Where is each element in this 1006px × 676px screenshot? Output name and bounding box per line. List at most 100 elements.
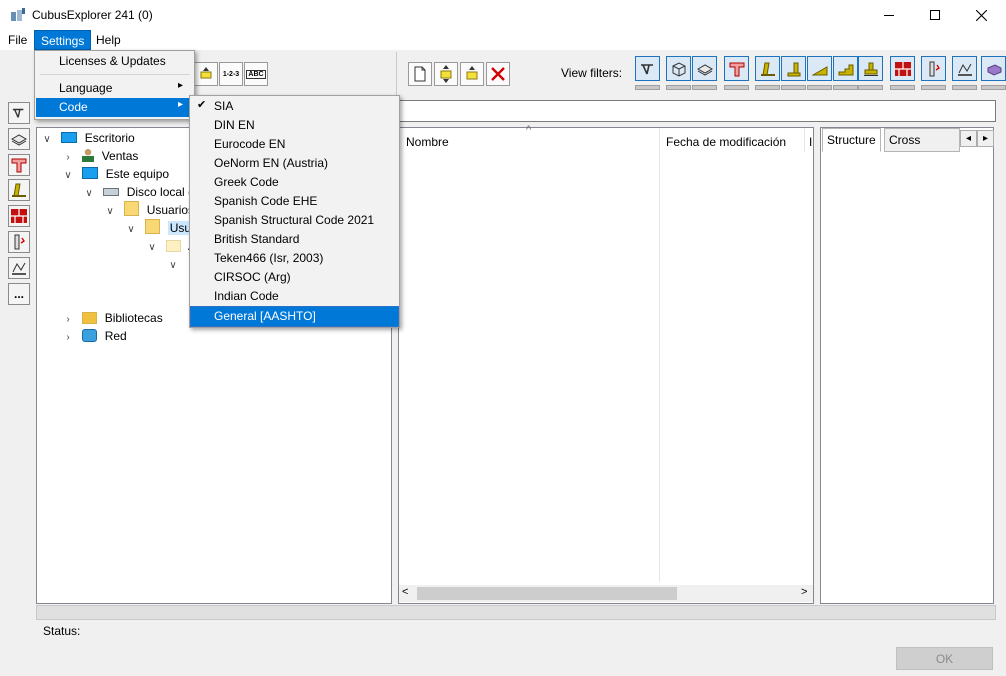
path-input[interactable]: [398, 100, 996, 122]
menu-help[interactable]: Help: [90, 30, 127, 50]
tab-nav-right[interactable]: ▸: [977, 130, 994, 147]
left-tool-column[interactable]: [8, 231, 30, 253]
chevron-down-icon[interactable]: ∨: [61, 167, 75, 185]
tree-item-bibliotecas[interactable]: › Bibliotecas: [61, 309, 162, 327]
t-section-icon: [729, 62, 744, 76]
menu-item-language[interactable]: Language: [35, 79, 194, 98]
code-item-spanish-ehe[interactable]: Spanish Code EHE: [191, 192, 398, 211]
filter-column-button[interactable]: [921, 56, 946, 81]
left-tool-plan[interactable]: [8, 257, 30, 279]
retaining-wall-icon: [787, 62, 800, 76]
filter-box-button[interactable]: [666, 56, 691, 81]
column-header-name[interactable]: Nombre: [406, 135, 449, 149]
chevron-down-icon[interactable]: ∨: [166, 257, 180, 275]
filter-stair-button[interactable]: [833, 56, 858, 81]
scroll-left-icon[interactable]: <: [402, 586, 408, 598]
code-item-aashto[interactable]: General [AASHTO]: [190, 306, 399, 327]
stair-icon: [838, 64, 853, 75]
tree-item-label: Ventas: [101, 149, 139, 163]
chevron-down-icon[interactable]: ∨: [40, 131, 54, 149]
left-tool-t-section[interactable]: [8, 154, 30, 176]
filter-retaining-wall-button[interactable]: [781, 56, 806, 81]
menu-item-licenses[interactable]: Licenses & Updates: [35, 52, 194, 71]
abc-button[interactable]: ABC: [244, 62, 268, 86]
tree-item-label: Disco local (: [126, 185, 193, 199]
filter-ramp-button[interactable]: [807, 56, 832, 81]
masonry-icon: [11, 209, 27, 223]
chevron-down-icon[interactable]: ∨: [145, 239, 159, 257]
menu-item-code[interactable]: Code: [36, 98, 193, 117]
move-up-button[interactable]: [194, 62, 218, 86]
code-item-oenorm-en[interactable]: OeNorm EN (Austria): [191, 154, 398, 173]
menu-settings[interactable]: Settings: [34, 30, 92, 50]
tree-item-label: Escritorio: [84, 131, 135, 145]
code-item-spanish-structural[interactable]: Spanish Structural Code 2021: [191, 211, 398, 230]
left-tool-masonry[interactable]: [8, 205, 30, 227]
filter-beam-button[interactable]: [635, 56, 660, 81]
menu-file[interactable]: File: [2, 30, 33, 50]
tree-item-usuarios[interactable]: ∨ Usuarios: [103, 201, 194, 219]
left-tool-more[interactable]: ...: [8, 283, 30, 305]
wall-icon: [760, 62, 775, 76]
library-icon: [82, 312, 98, 324]
masonry-icon: [894, 61, 911, 76]
left-tool-beam[interactable]: [8, 102, 30, 124]
close-button[interactable]: [958, 0, 1004, 30]
chevron-down-icon[interactable]: ∨: [82, 185, 96, 203]
tab-cross-section[interactable]: Cross section: [884, 128, 960, 152]
scroll-right-icon[interactable]: >: [801, 586, 807, 598]
tree-item-este-equipo[interactable]: ∨ Este equipo: [61, 165, 169, 183]
user-icon: [82, 148, 95, 162]
code-item-sia[interactable]: SIA: [191, 97, 398, 116]
chevron-right-icon[interactable]: ›: [61, 329, 75, 347]
code-item-indian[interactable]: Indian Code: [191, 287, 398, 306]
column-icon: [929, 61, 940, 76]
new-file-button[interactable]: [408, 62, 432, 86]
window-title: CubusExplorer 241 (0): [32, 8, 153, 22]
foundation-icon: [863, 62, 878, 76]
code-item-cirsoc[interactable]: CIRSOC (Arg): [191, 268, 398, 287]
filter-plan-button[interactable]: [952, 56, 977, 81]
tab-nav-left[interactable]: ◂: [960, 130, 977, 147]
code-item-greek[interactable]: Greek Code: [191, 173, 398, 192]
tree-item-escritorio[interactable]: ∨ Escritorio: [40, 129, 135, 149]
tree-item-nested[interactable]: ∨: [166, 255, 180, 273]
minimize-button[interactable]: [866, 0, 912, 30]
chevron-down-icon[interactable]: ∨: [124, 221, 138, 239]
filter-wall-button[interactable]: [755, 56, 780, 81]
tree-item-disco-local[interactable]: ∨ Disco local (: [82, 183, 192, 201]
column-icon: [14, 234, 25, 250]
delete-button[interactable]: [486, 62, 510, 86]
tree-item-ventas[interactable]: › Ventas: [61, 147, 138, 165]
left-tool-slab[interactable]: [8, 128, 30, 150]
column-header-more[interactable]: I: [809, 135, 812, 149]
close-icon: [975, 9, 987, 21]
insert-above-button[interactable]: [434, 62, 458, 86]
scroll-thumb[interactable]: [417, 587, 677, 600]
left-tool-wall[interactable]: [8, 179, 30, 201]
chevron-down-icon[interactable]: ∨: [103, 203, 117, 221]
filter-t-section-button[interactable]: [724, 56, 749, 81]
ok-button[interactable]: OK: [896, 647, 993, 670]
numbering-button[interactable]: 1-2-3: [219, 62, 243, 86]
code-item-eurocode-en[interactable]: Eurocode EN: [191, 135, 398, 154]
code-item-teken466[interactable]: Teken466 (Isr, 2003): [191, 249, 398, 268]
filter-block-button[interactable]: [981, 56, 1006, 81]
folder-icon: [145, 219, 161, 234]
slab-icon: [696, 63, 713, 76]
column-header-date[interactable]: Fecha de modificación: [666, 135, 786, 149]
insert-below-button[interactable]: [460, 62, 484, 86]
code-item-din-en[interactable]: DIN EN: [191, 116, 398, 135]
filter-slab-button[interactable]: [692, 56, 717, 81]
code-item-british[interactable]: British Standard: [191, 230, 398, 249]
maximize-button[interactable]: [912, 0, 958, 30]
filter-masonry-button[interactable]: [890, 56, 915, 81]
beam-icon: [12, 108, 24, 118]
abc-icon: ABC: [246, 69, 266, 79]
tab-structure[interactable]: Structure: [822, 128, 881, 152]
ramp-icon: [811, 65, 827, 75]
plan-icon: [12, 262, 26, 275]
tree-item-red[interactable]: › Red: [61, 327, 127, 345]
plan-icon: [957, 63, 972, 76]
filter-foundation-button[interactable]: [858, 56, 883, 81]
